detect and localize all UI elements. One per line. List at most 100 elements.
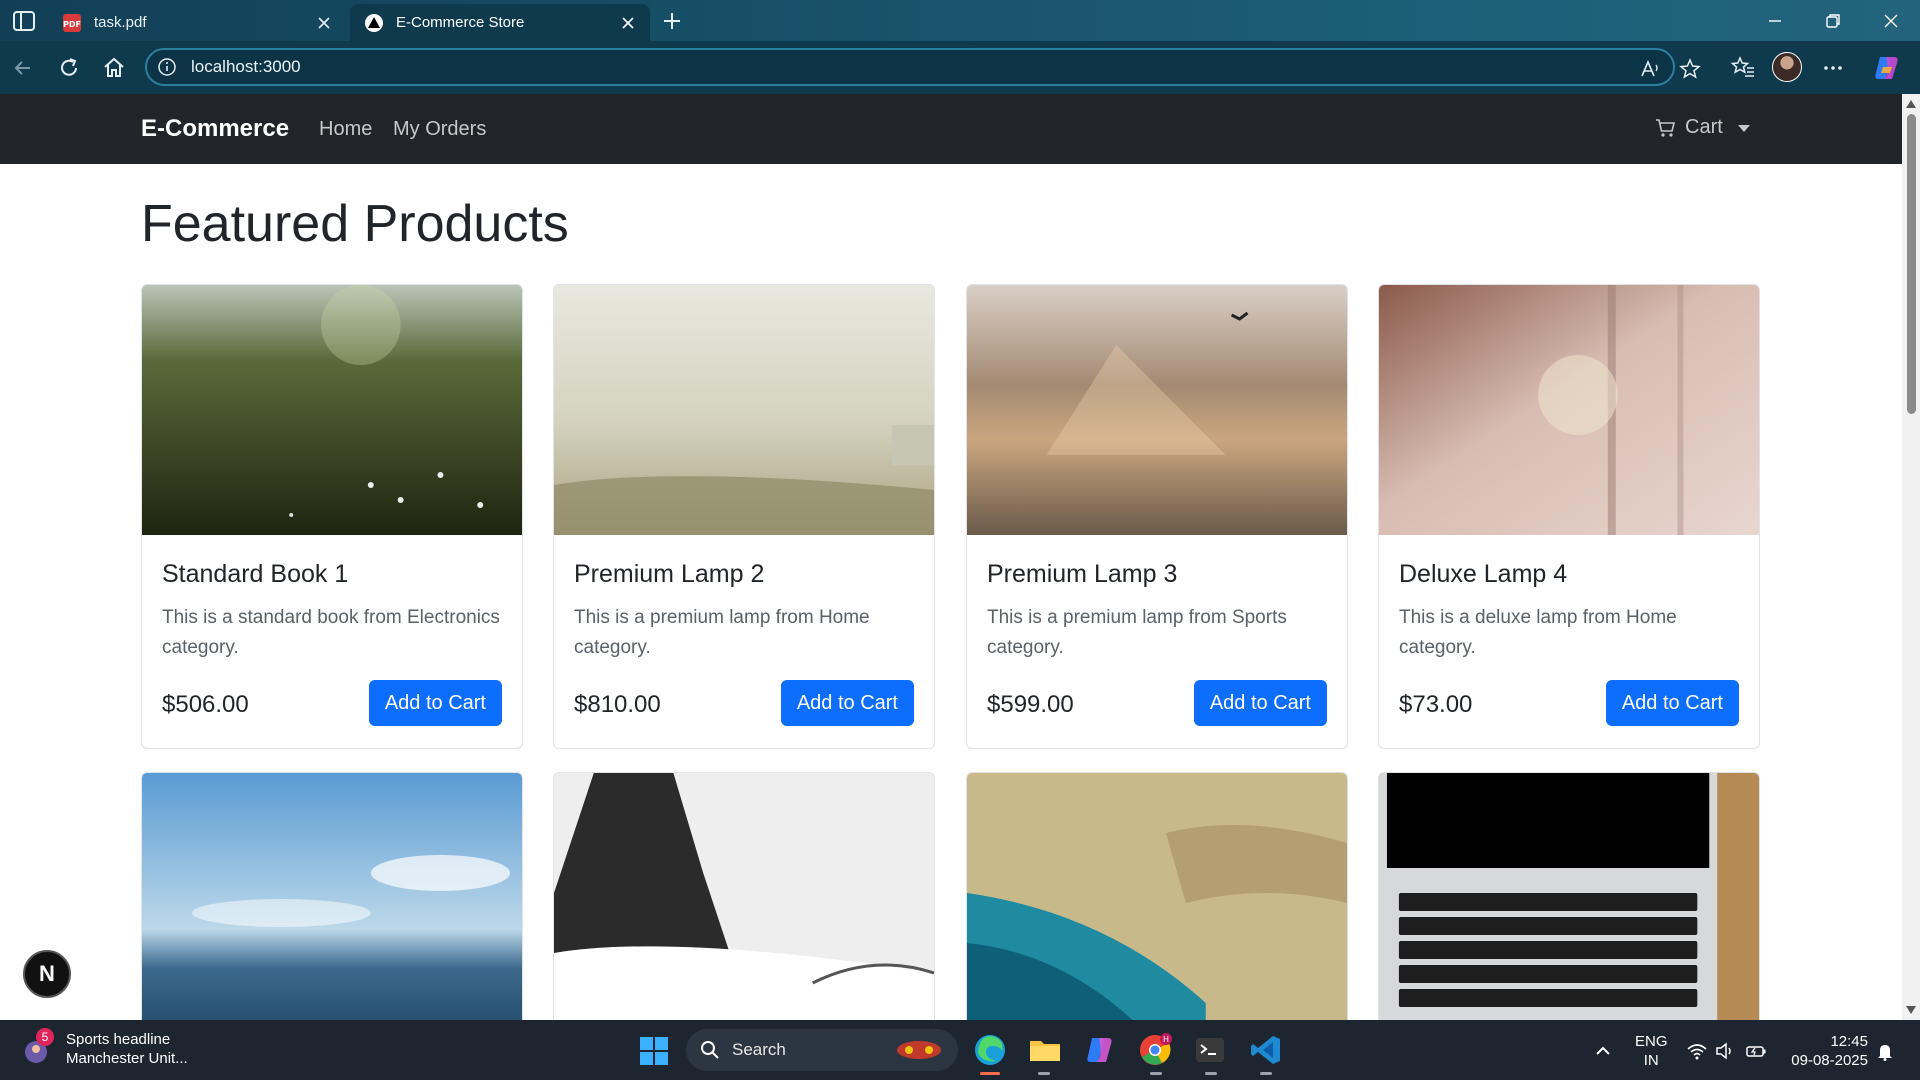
add-to-cart-button[interactable]: Add to Cart <box>1605 680 1739 726</box>
site-brand[interactable]: E-Commerce <box>141 115 289 143</box>
product-card <box>1378 772 1760 1020</box>
wifi-icon[interactable] <box>1686 1040 1708 1062</box>
product-card <box>553 772 935 1020</box>
terminal-indicator <box>1205 1072 1217 1075</box>
close-tab-icon[interactable] <box>620 15 636 31</box>
search-label: Search <box>732 1040 786 1059</box>
svg-text:H: H <box>1163 1035 1169 1044</box>
product-image-misty-coast <box>554 285 934 535</box>
product-image-foggy-forest <box>1379 285 1759 535</box>
scrollbar-thumb[interactable] <box>1907 114 1916 414</box>
cart-icon <box>1656 118 1676 137</box>
page-title: Featured Products <box>141 195 569 253</box>
product-price: $506.00 <box>162 691 249 718</box>
back-arrow-icon[interactable] <box>10 55 36 81</box>
tab-task-pdf[interactable]: PDF task.pdf <box>48 4 346 41</box>
clock-date: 09-08-2025 <box>1791 1052 1868 1069</box>
battery-icon[interactable] <box>1745 1040 1767 1062</box>
product-card: Standard Book 1 This is a standard book … <box>141 284 523 749</box>
address-bar[interactable]: localhost:3000 <box>145 48 1701 86</box>
file-explorer-icon[interactable] <box>1028 1033 1062 1067</box>
nextjs-dev-badge[interactable]: N <box>23 950 71 998</box>
triangle-logo-icon <box>365 13 383 32</box>
copilot-app-icon[interactable] <box>1083 1033 1117 1067</box>
new-tab-icon[interactable] <box>660 9 684 33</box>
product-image-meadow <box>142 285 522 535</box>
nav-my-orders-link[interactable]: My Orders <box>393 118 486 141</box>
search-highlight-icon <box>897 1041 941 1059</box>
product-price: $810.00 <box>574 691 661 718</box>
favorite-star-icon[interactable] <box>1679 58 1701 80</box>
scroll-up-icon[interactable] <box>1906 100 1916 108</box>
product-description: This is a premium lamp from Sports categ… <box>987 607 1287 658</box>
clock[interactable]: 12:45 09-08-2025 <box>1786 1032 1868 1070</box>
product-price: $599.00 <box>987 691 1074 718</box>
language-indicator[interactable]: ENG IN <box>1635 1032 1668 1070</box>
notification-bell-icon[interactable] <box>1874 1040 1896 1062</box>
product-name[interactable]: Deluxe Lamp 4 <box>1399 560 1739 589</box>
browser-toolbar: localhost:3000 <box>0 41 1920 94</box>
lang-bottom: IN <box>1643 1052 1659 1069</box>
add-to-cart-button[interactable]: Add to Cart <box>368 680 502 726</box>
page-scrollbar[interactable] <box>1902 94 1920 1020</box>
tab-label: E-Commerce Store <box>396 14 525 31</box>
product-price: $73.00 <box>1399 691 1473 718</box>
info-icon[interactable] <box>157 57 177 77</box>
close-tab-icon[interactable] <box>316 15 332 31</box>
product-name[interactable]: Premium Lamp 2 <box>574 560 914 589</box>
nav-home-link[interactable]: Home <box>319 118 372 141</box>
edge-browser-icon[interactable] <box>973 1033 1007 1067</box>
product-description: This is a standard book from Electronics… <box>162 607 500 658</box>
cart-dropdown[interactable]: Cart <box>1655 116 1723 139</box>
browser-titlebar: PDF task.pdf E-Commerce Store <box>0 0 1920 41</box>
product-card: Deluxe Lamp 4 This is a deluxe lamp from… <box>1378 284 1760 749</box>
windows-taskbar: 5 Sports headline Manchester Unit... Sea… <box>0 1020 1920 1080</box>
product-image-ocean-sky <box>142 773 522 1020</box>
dropdown-caret-icon[interactable] <box>1738 125 1750 132</box>
clock-time: 12:45 <box>1830 1033 1868 1050</box>
add-to-cart-button[interactable]: Add to Cart <box>1193 680 1327 726</box>
add-to-cart-button[interactable]: Add to Cart <box>780 680 914 726</box>
product-image-coastline-aerial <box>967 773 1347 1020</box>
news-title: Sports headline <box>66 1031 171 1048</box>
vscode-icon[interactable] <box>1249 1033 1283 1067</box>
favorites-icon[interactable] <box>1730 55 1756 81</box>
minimize-icon[interactable] <box>1764 10 1786 32</box>
cart-label: Cart <box>1685 116 1723 138</box>
explorer-indicator <box>1038 1072 1050 1075</box>
restore-icon[interactable] <box>1822 10 1844 32</box>
refresh-icon[interactable] <box>56 55 82 81</box>
svg-text:PDF: PDF <box>63 20 81 29</box>
product-name[interactable]: Premium Lamp 3 <box>987 560 1327 589</box>
search-icon <box>701 1041 719 1059</box>
site-navbar: E-Commerce Home My Orders Cart <box>0 94 1902 164</box>
page-viewport: E-Commerce Home My Orders Cart Featured … <box>0 94 1902 1020</box>
scroll-down-icon[interactable] <box>1906 1006 1916 1014</box>
tab-ecommerce-store[interactable]: E-Commerce Store <box>350 4 650 41</box>
news-widget-icon: 5 <box>22 1028 56 1066</box>
product-card: Premium Lamp 3 This is a premium lamp fr… <box>966 284 1348 749</box>
terminal-icon[interactable] <box>1193 1033 1227 1067</box>
product-name[interactable]: Standard Book 1 <box>162 560 502 589</box>
close-window-icon[interactable] <box>1880 10 1902 32</box>
taskbar-search[interactable]: Search <box>686 1029 958 1071</box>
chevron-up-icon[interactable] <box>1592 1040 1614 1062</box>
edge-active-indicator <box>980 1072 1000 1075</box>
tab-actions-icon[interactable] <box>12 10 36 32</box>
volume-icon[interactable] <box>1714 1040 1736 1062</box>
more-options-icon[interactable] <box>1820 55 1846 81</box>
read-aloud-icon[interactable] <box>1639 58 1661 80</box>
product-image-sea-sunrays <box>967 285 1347 535</box>
copilot-icon[interactable] <box>1872 53 1902 83</box>
product-image-rock-waves <box>554 773 934 1020</box>
chrome-indicator <box>1150 1072 1162 1075</box>
profile-avatar[interactable] <box>1772 52 1802 82</box>
url-text: localhost:3000 <box>191 57 301 76</box>
chrome-icon[interactable]: H <box>1138 1033 1172 1067</box>
product-image-laptop <box>1379 773 1759 1020</box>
windows-start-icon[interactable] <box>639 1036 669 1066</box>
home-icon[interactable] <box>101 55 127 81</box>
product-card: Premium Lamp 2 This is a premium lamp fr… <box>553 284 935 749</box>
pdf-icon: PDF <box>63 13 81 32</box>
news-widget[interactable]: 5 Sports headline Manchester Unit... <box>22 1028 188 1068</box>
